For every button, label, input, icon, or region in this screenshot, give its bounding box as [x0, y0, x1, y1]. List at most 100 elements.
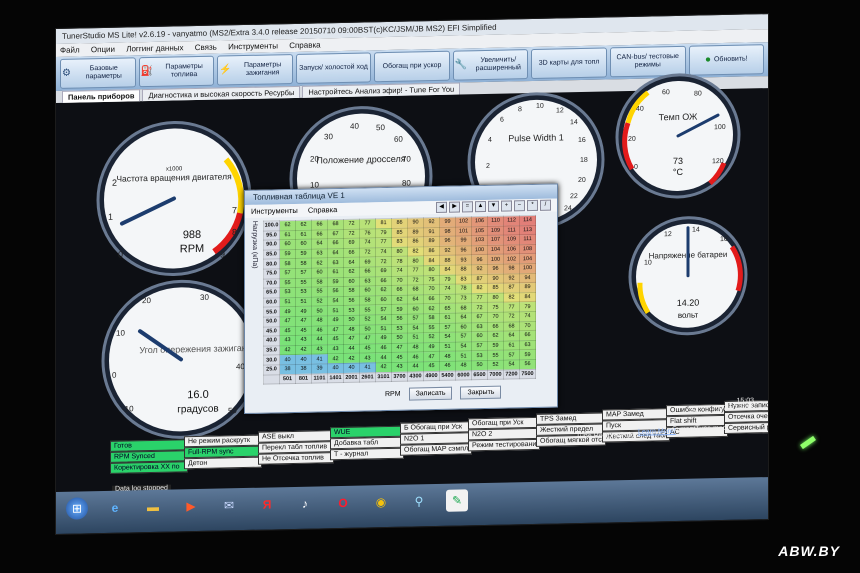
ve-cell[interactable]: 60 — [471, 331, 488, 342]
ve-cell[interactable]: 55 — [295, 277, 312, 288]
ve-cell[interactable]: 90 — [407, 217, 424, 228]
ve-cell[interactable]: 42 — [279, 345, 296, 356]
ve-cell[interactable]: 49 — [327, 315, 344, 326]
ve-cell[interactable]: 83 — [455, 274, 472, 285]
ve-cell[interactable]: 70 — [519, 320, 536, 331]
ve-cell[interactable]: 98 — [503, 263, 520, 274]
ve-cell[interactable]: 63 — [359, 276, 376, 287]
ve-cell[interactable]: 40 — [279, 354, 296, 365]
ve-cell[interactable]: 79 — [375, 228, 392, 238]
ve-cell[interactable]: 58 — [295, 258, 312, 269]
ve-cell[interactable]: 62 — [487, 331, 504, 342]
ve-cell[interactable]: 72 — [471, 302, 488, 313]
ve-cell[interactable]: 47 — [279, 316, 296, 327]
ve-cell[interactable]: 87 — [503, 282, 520, 293]
ve-cell[interactable]: 88 — [439, 255, 456, 266]
tunerstudio-icon[interactable]: ✎ — [446, 489, 468, 512]
ve-cell[interactable]: 63 — [327, 257, 344, 268]
ve-cell[interactable]: 72 — [407, 275, 424, 286]
ve-cell[interactable]: 51 — [327, 305, 344, 316]
ve-cell[interactable]: 45 — [327, 334, 344, 345]
ve-cell[interactable]: 64 — [455, 312, 472, 323]
start-button-icon[interactable]: ⊞ — [66, 497, 88, 520]
tab-tune-for-you[interactable]: Настройтесь Анализ эфир! - Tune For You — [302, 82, 461, 98]
ve-cell[interactable]: 56 — [391, 314, 408, 324]
ve-cell[interactable]: 101 — [455, 226, 472, 237]
ve-cell[interactable]: 104 — [487, 244, 504, 255]
ve-cell[interactable]: 51 — [455, 351, 472, 362]
ve-cell[interactable]: 38 — [295, 364, 312, 374]
menu-communications[interactable]: Связь — [195, 43, 217, 52]
ve-cell[interactable]: 66 — [311, 219, 328, 230]
ve-cell[interactable]: 45 — [359, 343, 376, 354]
ve-cell[interactable]: 58 — [311, 277, 328, 288]
ve-cell[interactable]: 58 — [359, 295, 376, 306]
ve-cell[interactable]: 53 — [471, 350, 488, 361]
ve-cell[interactable]: 43 — [295, 335, 312, 346]
ve-cell[interactable]: 42 — [343, 353, 360, 364]
ve-cell[interactable]: 62 — [391, 294, 408, 305]
ve-cell[interactable]: 59 — [279, 249, 296, 260]
ve-cell[interactable]: 52 — [423, 332, 440, 343]
ve-cell[interactable]: 64 — [327, 248, 344, 259]
3d-maps-button[interactable]: 3D карты для топл — [531, 47, 607, 80]
ve-cell[interactable]: 111 — [503, 225, 520, 236]
ve-cell[interactable]: 99 — [455, 235, 472, 246]
ve-cell[interactable]: 66 — [519, 330, 536, 341]
ve-cell[interactable]: 49 — [279, 306, 296, 317]
ve-cell[interactable]: 72 — [375, 256, 392, 267]
ve-cell[interactable]: 60 — [455, 322, 472, 333]
ve-cell[interactable]: 41 — [311, 354, 328, 365]
ve-cell[interactable]: 64 — [311, 238, 328, 249]
ve-cell[interactable]: 52 — [359, 314, 376, 325]
ve-cell[interactable]: 69 — [375, 266, 392, 277]
ve-cell[interactable]: 76 — [359, 228, 376, 239]
ve-cell[interactable]: 52 — [487, 360, 504, 370]
ve-cell[interactable]: 82 — [503, 292, 520, 303]
ve-cell[interactable]: 54 — [455, 341, 472, 352]
ve-cell[interactable]: 69 — [343, 238, 360, 249]
menu-datalog[interactable]: Логгинг данных — [126, 43, 183, 53]
basic-settings-button[interactable]: ⚙ Базовые параметры — [60, 57, 136, 89]
ve-cell[interactable]: 59 — [327, 277, 344, 287]
ve-cell[interactable]: 64 — [407, 294, 424, 305]
ve-cell[interactable]: 89 — [519, 282, 536, 293]
ve-cell[interactable]: 88 — [455, 264, 472, 275]
menu-tools[interactable]: Инструменты — [228, 41, 278, 51]
ve-cell[interactable]: 69 — [359, 257, 376, 268]
ve-cell[interactable]: 89 — [407, 227, 424, 238]
ve-cell[interactable]: 53 — [391, 323, 408, 334]
ve-cell[interactable]: 100 — [487, 254, 504, 265]
ve-cell[interactable]: 58 — [279, 258, 296, 269]
ve-cell[interactable]: 43 — [327, 344, 344, 355]
ve-cell[interactable]: 43 — [391, 362, 408, 372]
ve-cell[interactable]: 94 — [519, 272, 536, 283]
ve-cell[interactable]: 68 — [455, 303, 472, 314]
ve-cell[interactable]: 53 — [295, 287, 312, 298]
ve-cell[interactable]: 72 — [503, 311, 520, 322]
ve-cell[interactable]: 47 — [343, 334, 360, 345]
ve-cell[interactable]: 43 — [311, 344, 328, 355]
ve-cell[interactable]: 84 — [439, 265, 456, 276]
ve-cell[interactable]: 42 — [295, 344, 312, 355]
ve-cell[interactable]: 51 — [407, 332, 424, 343]
ve-cell[interactable]: 48 — [311, 315, 328, 326]
ve-cell[interactable]: 79 — [439, 274, 456, 285]
ve-cell[interactable]: 85 — [391, 227, 408, 238]
ve-cell[interactable]: 81 — [375, 218, 392, 229]
ve-cell[interactable]: 60 — [359, 285, 376, 296]
ve-cell[interactable]: 86 — [423, 246, 440, 257]
ve-cell[interactable]: 40 — [327, 363, 344, 374]
ve-cell[interactable]: 58 — [343, 286, 360, 297]
tune-restore-points[interactable]: Tune Restore Points — [576, 432, 640, 440]
ve-cell[interactable]: 49 — [375, 333, 392, 344]
ve-cell[interactable]: 67 — [327, 229, 344, 239]
ve-cell[interactable]: 48 — [439, 351, 456, 362]
ve-cell[interactable]: 59 — [391, 304, 408, 315]
ve-cell[interactable]: 74 — [391, 266, 408, 277]
ve-cell[interactable]: 102 — [503, 254, 520, 265]
ve-cell[interactable]: 99 — [439, 217, 456, 228]
ve-cell[interactable]: 44 — [375, 352, 392, 363]
ve-cell[interactable]: 57 — [503, 350, 520, 361]
ve-cell[interactable]: 45 — [295, 325, 312, 336]
